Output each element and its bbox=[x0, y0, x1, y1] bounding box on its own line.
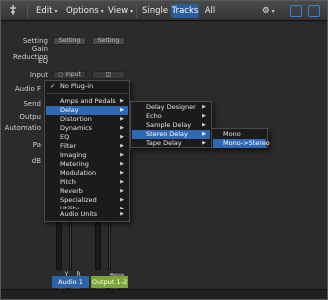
menu-item-audio-units[interactable]: Audio Units ▶ bbox=[46, 210, 128, 219]
row-label-pan: Pa bbox=[32, 141, 41, 149]
submenu-arrow-icon: ▶ bbox=[120, 211, 124, 217]
submenu-arrow-icon: ▶ bbox=[120, 170, 124, 176]
input-icon: ○ bbox=[58, 71, 64, 78]
submenu-arrow-icon: ▶ bbox=[202, 140, 206, 146]
strip2-meter bbox=[108, 222, 111, 270]
submenu-arrow-icon: ▶ bbox=[120, 161, 124, 167]
tab-tracks[interactable]: Tracks bbox=[171, 4, 199, 18]
edit-menu[interactable]: Edit ▾ bbox=[36, 4, 57, 18]
submenu-arrow-icon: ▶ bbox=[120, 116, 124, 122]
submenu-arrow-icon: ▶ bbox=[120, 188, 124, 194]
menu-item-distortion[interactable]: Distortion ▶ bbox=[46, 115, 128, 124]
submenu-arrow-icon: ▶ bbox=[120, 107, 124, 113]
submenu-arrow-icon: ▶ bbox=[120, 197, 124, 203]
menu-item-specialized[interactable]: Specialized ▶ bbox=[46, 196, 128, 205]
menu-item-delay-designer[interactable]: Delay Designer ▶ bbox=[132, 103, 210, 112]
menu-item-eq[interactable]: EQ ▶ bbox=[46, 133, 128, 142]
menu-item-delay[interactable]: Delay ▶ bbox=[46, 106, 128, 115]
link-icon: ◫ bbox=[105, 71, 112, 78]
submenu-arrow-icon: ▶ bbox=[202, 122, 206, 128]
plugin-category-menu-footer: Audio Units ▶ bbox=[44, 209, 130, 222]
strip1-input-slot[interactable]: ○ Input bbox=[53, 71, 86, 79]
submenu-arrow-icon: ▶ bbox=[202, 113, 206, 119]
submenu-arrow-icon: ▶ bbox=[120, 125, 124, 131]
tab-all[interactable]: All bbox=[202, 4, 218, 18]
menu-item-echo[interactable]: Echo ▶ bbox=[132, 112, 210, 121]
row-label-input: Input bbox=[29, 71, 48, 79]
submenu-arrow-icon: ▶ bbox=[202, 131, 206, 137]
submenu-arrow-icon: ▶ bbox=[120, 143, 124, 149]
strip2-setting-button[interactable]: Setting bbox=[92, 37, 125, 45]
checkmark-icon: ✓ bbox=[50, 82, 56, 90]
strip2-input-slot[interactable]: ◫ bbox=[92, 71, 125, 79]
menu-item-dynamics[interactable]: Dynamics ▶ bbox=[46, 124, 128, 133]
strip1-setting-button[interactable]: Setting bbox=[53, 37, 86, 45]
chevron-down-icon: ▾ bbox=[54, 8, 58, 15]
menu-item-tape-delay[interactable]: Tape Delay ▶ bbox=[132, 139, 210, 148]
mixer-icon[interactable] bbox=[8, 4, 18, 18]
menu-item-mono[interactable]: Mono bbox=[213, 130, 266, 139]
submenu-arrow-icon: ▶ bbox=[120, 134, 124, 140]
submenu-arrow-icon: ▶ bbox=[120, 179, 124, 185]
row-label-audio-fx: Audio F bbox=[14, 85, 41, 93]
delay-submenu: Delay Designer ▶ Echo ▶ Sample Delay ▶ Ster… bbox=[130, 101, 212, 148]
channel-format-submenu: Mono Mono->Stereo bbox=[211, 128, 270, 148]
row-label-automation: Automatio bbox=[4, 124, 41, 132]
layout-icon[interactable] bbox=[290, 5, 302, 17]
tab-single[interactable]: Single bbox=[142, 4, 168, 18]
row-label-output: Outpu bbox=[19, 113, 41, 121]
menu-item-sample-delay[interactable]: Sample Delay ▶ bbox=[132, 121, 210, 130]
chevron-down-icon: ▾ bbox=[100, 8, 104, 15]
gear-icon[interactable]: ⚙ ▾ bbox=[262, 4, 275, 18]
options-menu[interactable]: Options ▾ bbox=[66, 4, 104, 18]
status-bar bbox=[1, 289, 327, 299]
row-label-setting: Setting bbox=[22, 37, 48, 45]
menu-item-mono-to-stereo[interactable]: Mono->Stereo bbox=[213, 139, 270, 148]
strip1-name[interactable]: Audio 1 bbox=[52, 276, 89, 288]
view-menu[interactable]: View ▾ bbox=[108, 4, 133, 18]
submenu-arrow-icon: ▶ bbox=[120, 98, 124, 104]
menu-item-reverb[interactable]: Reverb ▶ bbox=[46, 187, 128, 196]
strip1-meter bbox=[69, 222, 72, 270]
menu-item-filter[interactable]: Filter ▶ bbox=[46, 142, 128, 151]
menu-item-imaging[interactable]: Imaging ▶ bbox=[46, 151, 128, 160]
menu-item-amps-and-pedals[interactable]: Amps and Pedals ▶ bbox=[46, 97, 128, 106]
menu-item-no-plugin[interactable]: ✓ No Plug-in bbox=[46, 82, 128, 91]
menu-item-stereo-delay[interactable]: Stereo Delay ▶ bbox=[132, 130, 210, 139]
menu-item-modulation[interactable]: Modulation ▶ bbox=[46, 169, 128, 178]
menu-item-metering[interactable]: Metering ▶ bbox=[46, 160, 128, 169]
row-label-sends: Send bbox=[23, 100, 41, 108]
submenu-arrow-icon: ▶ bbox=[120, 152, 124, 158]
submenu-arrow-icon: ▶ bbox=[202, 104, 206, 110]
menu-item-pitch[interactable]: Pitch ▶ bbox=[46, 178, 128, 187]
strip2-name[interactable]: Output 1-2 bbox=[91, 276, 128, 288]
row-label-db: dB bbox=[31, 157, 41, 165]
toolbar: Edit ▾ Options ▾ View ▾ Single Tracks All ⚙… bbox=[1, 1, 327, 21]
split-view-icon[interactable] bbox=[308, 5, 320, 17]
chevron-down-icon: ▾ bbox=[130, 8, 134, 15]
row-label-eq: EQ bbox=[38, 57, 48, 65]
plugin-category-menu: ✓ No Plug-in Amps and Pedals ▶ Delay ▶ Dis… bbox=[44, 80, 130, 221]
